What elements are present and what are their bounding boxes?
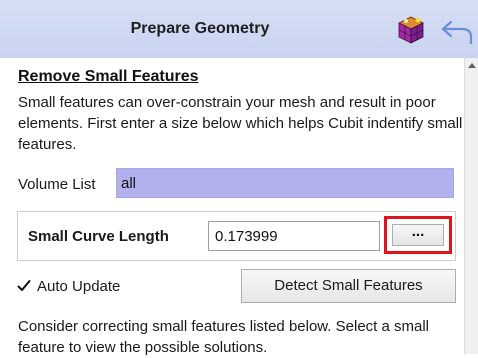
scroll-up-icon[interactable] xyxy=(468,63,476,68)
highlight-box: ... xyxy=(384,216,452,254)
vertical-scrollbar[interactable] xyxy=(464,58,478,354)
instructions-text: Consider correcting small features liste… xyxy=(18,318,430,356)
volume-list-input[interactable] xyxy=(116,168,454,198)
colored-cube-icon[interactable] xyxy=(396,15,426,45)
back-arrow-icon[interactable] xyxy=(440,18,474,44)
section-description: Small features can over-constrain your m… xyxy=(18,94,463,153)
panel-title: Prepare Geometry xyxy=(130,20,270,37)
small-curve-length-label: Small Curve Length xyxy=(28,228,169,245)
section-title: Remove Small Features xyxy=(18,68,199,85)
small-curve-group: Small Curve Length ... xyxy=(17,211,456,261)
panel-header: Prepare Geometry xyxy=(0,0,478,58)
volume-list-label: Volume List xyxy=(18,176,96,193)
panel-content: Remove Small Features Small features can… xyxy=(0,58,463,356)
auto-update-label: Auto Update xyxy=(37,278,121,295)
browse-button[interactable]: ... xyxy=(392,224,444,246)
detect-small-features-button[interactable]: Detect Small Features xyxy=(241,269,456,303)
auto-update-checkbox[interactable] xyxy=(17,279,31,293)
small-curve-length-input[interactable] xyxy=(208,221,380,251)
